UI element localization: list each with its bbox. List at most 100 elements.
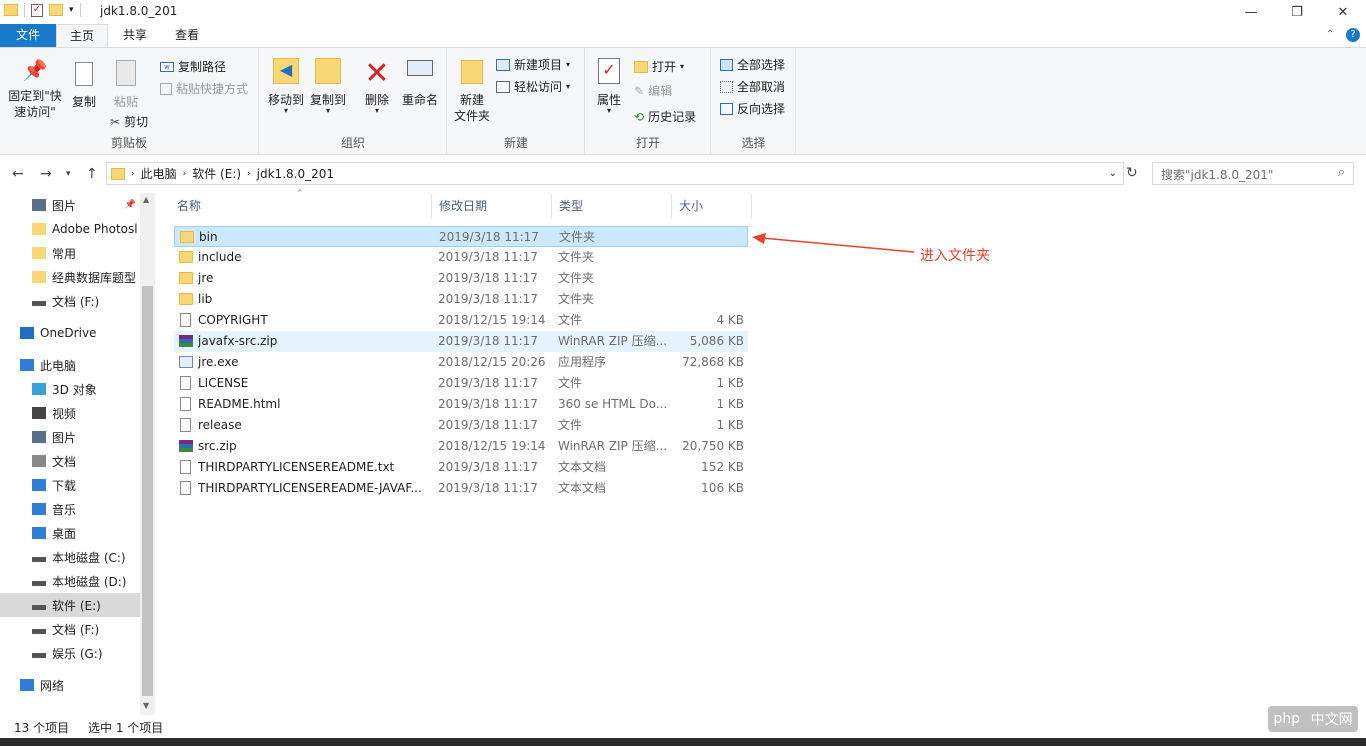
computer-icon [20,359,34,371]
nav-item[interactable]: 常用 [0,241,140,265]
nav-item[interactable]: 图片 📌 [0,193,140,217]
nav-item[interactable]: 桌面 [0,521,140,545]
nav-item[interactable]: 3D 对象 [0,377,140,401]
file-row[interactable]: COPYRIGHT 2018/12/15 19:14 文件 4 KB [174,310,748,331]
nav-item-label: 图片 [52,198,77,213]
new-folder-quick-icon[interactable] [49,4,63,16]
easy-access-button[interactable]: 轻松访问 ▾ [496,78,570,95]
file-type: WinRAR ZIP 压缩... [558,334,668,348]
file-row[interactable]: jre 2019/3/18 11:17 文件夹 [174,268,748,289]
nav-item[interactable]: 此电脑 [0,353,140,377]
back-arrow-icon[interactable]: ← [12,166,24,182]
file-row[interactable]: include 2019/3/18 11:17 文件夹 [174,247,748,268]
history-button[interactable]: ⟲ 历史记录 [634,108,696,125]
select-all-button[interactable]: 全部选择 [720,56,785,73]
edit-label: 编辑 [648,84,673,98]
help-icon[interactable]: ? [1346,28,1360,42]
rename-button[interactable]: 重命名 [398,58,442,108]
delete-button[interactable]: ✕ 删除 ▾ [360,58,394,115]
select-none-button[interactable]: 全部取消 [720,78,785,95]
rename-icon [407,60,433,76]
breadcrumb-this-pc[interactable]: 此电脑 [141,165,177,182]
file-row[interactable]: THIRDPARTYLICENSEREADME.txt 2019/3/18 11:… [174,457,748,478]
nav-item[interactable]: 娱乐 (G:) [0,641,140,665]
chevron-up-icon[interactable]: ⌃ [1326,29,1334,40]
pin-quick-access-button[interactable]: 📌 固定到"快 速访问" [6,60,64,120]
maximize-button[interactable]: ❐ [1274,0,1320,24]
nav-item[interactable]: 音乐 [0,497,140,521]
paste-shortcut-button[interactable]: 粘贴快捷方式 [160,80,248,97]
nav-item[interactable]: 网络 [0,673,140,697]
chevron-down-icon: ▾ [325,106,330,115]
watermark: php 中文网 [1268,706,1358,732]
column-size[interactable]: 大小 [672,193,752,219]
file-date: 2018/12/15 20:26 [438,355,546,369]
tab-file[interactable]: 文件 [0,24,56,47]
tab-view[interactable]: 查看 [166,24,208,47]
new-folder-button[interactable]: 新建 文件夹 [454,60,490,124]
pictures-icon [32,431,46,443]
column-name[interactable]: 名称 [170,193,432,219]
invert-selection-button[interactable]: 反向选择 [720,100,785,117]
chevron-down-icon[interactable]: ▾ [69,5,74,15]
minimize-button[interactable]: — [1228,0,1274,24]
chevron-down-icon[interactable]: ⌄ [1109,168,1117,179]
system-drive-icon [32,557,46,562]
nav-scroll-thumb[interactable] [142,286,153,696]
column-type[interactable]: 类型 [552,193,672,219]
breadcrumb-drive[interactable]: 软件 (E:) [192,165,241,182]
file-row[interactable]: THIRDPARTYLICENSEREADME-JAVAF... 2019/3/1… [174,478,748,499]
nav-item[interactable]: 本地磁盘 (C:) [0,545,140,569]
nav-item[interactable]: Adobe Photosl [0,217,140,241]
close-button[interactable]: ✕ [1320,0,1366,24]
navigation-pane: 图片 📌 Adobe Photosl 常用 经典数据库题型 文档 (F:) OneDrive… [0,193,155,715]
file-row[interactable]: LICENSE 2019/3/18 11:17 文件 1 KB [174,373,748,394]
nav-item[interactable]: 文档 [0,449,140,473]
nav-item[interactable]: 文档 (F:) [0,289,140,313]
new-item-button[interactable]: 新建项目 ▾ [496,56,570,73]
network-icon [20,679,34,691]
nav-item[interactable]: OneDrive [0,321,140,345]
file-type: 文件夹 [558,271,595,285]
nav-item[interactable]: 视频 [0,401,140,425]
edit-button[interactable]: ✎ 编辑 [634,82,672,99]
nav-item[interactable]: 图片 [0,425,140,449]
copy-path-button[interactable]: w 复制路径 [160,58,226,75]
tab-home[interactable]: 主页 [56,24,108,48]
column-date[interactable]: 修改日期 [432,193,552,219]
properties-button[interactable]: ✓ 属性 ▾ [594,58,624,115]
move-to-button[interactable]: ◀ 移动到 ▾ [266,58,306,115]
properties-quick-icon[interactable]: ✓ [31,3,43,17]
exe-icon [179,356,193,368]
refresh-icon[interactable]: ↻ [1126,165,1138,181]
nav-item[interactable]: 下载 [0,473,140,497]
nav-item[interactable]: 本地磁盘 (D:) [0,569,140,593]
nav-item[interactable]: 软件 (E:) [0,593,140,617]
file-row[interactable]: README.html 2019/3/18 11:17 360 se HTML Do… [174,394,748,415]
nav-item[interactable]: 经典数据库题型 [0,265,140,289]
file-row[interactable]: javafx-src.zip 2019/3/18 11:17 WinRAR ZIP … [174,331,748,352]
file-size: 106 KB [701,481,744,495]
file-row[interactable]: src.zip 2018/12/15 19:14 WinRAR ZIP 压缩... 2… [174,436,748,457]
scroll-up-icon[interactable]: ▲ [143,195,149,204]
file-size: 72,868 KB [682,355,744,369]
file-row[interactable]: bin 2019/3/18 11:17 文件夹 [174,226,748,247]
paste-button[interactable]: 粘贴 [108,60,144,110]
copy-to-button[interactable]: 复制到 ▾ [308,58,348,115]
forward-arrow-icon[interactable]: → [40,166,52,182]
file-row[interactable]: jre.exe 2018/12/15 20:26 应用程序 72,868 KB [174,352,748,373]
recent-chevron-icon[interactable]: ▾ [66,169,71,179]
up-arrow-icon[interactable]: ↑ [86,166,98,182]
file-type: 文件夹 [559,230,596,244]
open-button[interactable]: 打开 ▾ [634,58,684,75]
search-input[interactable]: 搜索"jdk1.8.0_201" ⌕ [1152,162,1354,185]
address-box[interactable]: › 此电脑 › 软件 (E:) › jdk1.8.0_201 ⌄ [106,162,1124,185]
tab-share[interactable]: 共享 [114,24,156,47]
scroll-down-icon[interactable]: ▼ [143,701,149,710]
file-row[interactable]: lib 2019/3/18 11:17 文件夹 [174,289,748,310]
copy-button[interactable]: 复制 [68,62,100,110]
nav-item[interactable]: 文档 (F:) [0,617,140,641]
breadcrumb-current[interactable]: jdk1.8.0_201 [257,167,334,181]
cut-button[interactable]: ✂ 剪切 [110,113,148,130]
file-row[interactable]: release 2019/3/18 11:17 文件 1 KB [174,415,748,436]
